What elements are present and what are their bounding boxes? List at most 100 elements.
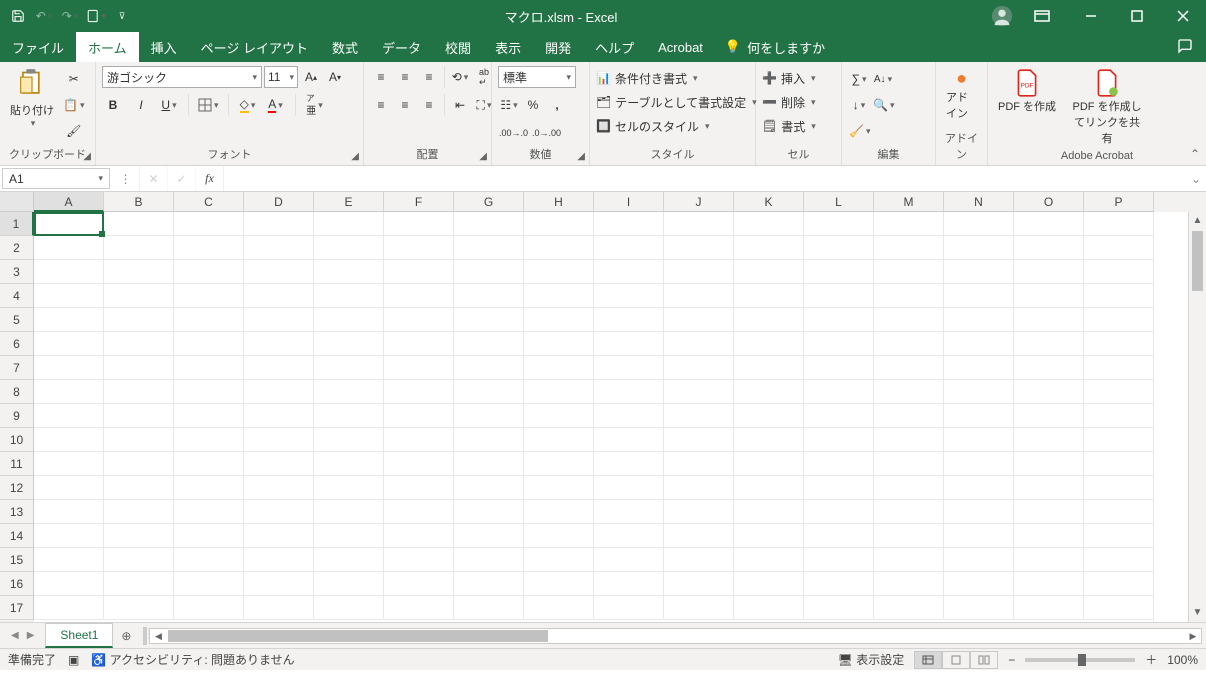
- cell[interactable]: [1014, 380, 1084, 404]
- cell[interactable]: [664, 428, 734, 452]
- scroll-left-button[interactable]: ◀: [150, 629, 166, 643]
- cell[interactable]: [104, 548, 174, 572]
- cut-button[interactable]: ✂: [62, 68, 85, 90]
- expand-formula-bar-button[interactable]: ⌄: [1186, 166, 1206, 191]
- sheet-tab-sheet1[interactable]: Sheet1: [45, 623, 113, 648]
- cancel-formula-button[interactable]: ✕: [140, 166, 168, 191]
- decrease-decimal-button[interactable]: .0→.00: [531, 122, 562, 144]
- cell[interactable]: [1014, 572, 1084, 596]
- cell[interactable]: [454, 428, 524, 452]
- cell[interactable]: [664, 572, 734, 596]
- cell[interactable]: [804, 212, 874, 236]
- cell[interactable]: [314, 308, 384, 332]
- cell[interactable]: [874, 308, 944, 332]
- cell[interactable]: [804, 596, 874, 620]
- cell[interactable]: [454, 332, 524, 356]
- cell[interactable]: [944, 548, 1014, 572]
- cell[interactable]: [594, 524, 664, 548]
- formula-input[interactable]: [224, 166, 1186, 191]
- cell[interactable]: [174, 572, 244, 596]
- cell[interactable]: [874, 236, 944, 260]
- cell[interactable]: [314, 596, 384, 620]
- cell[interactable]: [524, 284, 594, 308]
- cell[interactable]: [524, 308, 594, 332]
- cell[interactable]: [174, 236, 244, 260]
- horizontal-scrollbar[interactable]: ◀ ▶: [149, 628, 1202, 644]
- cell[interactable]: [734, 380, 804, 404]
- cell[interactable]: [524, 236, 594, 260]
- column-header-P[interactable]: P: [1084, 192, 1154, 212]
- delete-cells-button[interactable]: ➖ 削除 ▾: [762, 92, 816, 112]
- cell[interactable]: [734, 596, 804, 620]
- cell[interactable]: [244, 404, 314, 428]
- touch-mode-icon[interactable]: ▾: [86, 6, 106, 26]
- fill-button[interactable]: ↓▾: [848, 94, 870, 116]
- cell[interactable]: [174, 212, 244, 236]
- cell[interactable]: [594, 236, 664, 260]
- column-header-L[interactable]: L: [804, 192, 874, 212]
- cell[interactable]: [594, 308, 664, 332]
- cell[interactable]: [944, 356, 1014, 380]
- row-header-7[interactable]: 7: [0, 356, 34, 380]
- cell[interactable]: [944, 260, 1014, 284]
- cell[interactable]: [1084, 260, 1154, 284]
- row-header-14[interactable]: 14: [0, 524, 34, 548]
- cell[interactable]: [524, 524, 594, 548]
- tab-pagelayout[interactable]: ページ レイアウト: [189, 32, 320, 62]
- cell[interactable]: [104, 452, 174, 476]
- row-header-8[interactable]: 8: [0, 380, 34, 404]
- cell[interactable]: [874, 452, 944, 476]
- cell[interactable]: [34, 476, 104, 500]
- cell[interactable]: [104, 212, 174, 236]
- align-top-button[interactable]: ≡: [370, 66, 392, 88]
- cell[interactable]: [454, 236, 524, 260]
- cell[interactable]: [314, 572, 384, 596]
- cell[interactable]: [174, 260, 244, 284]
- cell[interactable]: [1084, 500, 1154, 524]
- maximize-button[interactable]: [1114, 0, 1160, 32]
- cell[interactable]: [804, 404, 874, 428]
- bold-button[interactable]: B: [102, 94, 124, 116]
- cell[interactable]: [1014, 524, 1084, 548]
- cell[interactable]: [524, 452, 594, 476]
- scroll-right-button[interactable]: ▶: [1185, 629, 1201, 643]
- name-box[interactable]: A1▾: [2, 168, 110, 189]
- zoom-in-button[interactable]: ＋: [1145, 651, 1157, 668]
- copy-button[interactable]: 📋▾: [62, 94, 85, 116]
- cell[interactable]: [594, 380, 664, 404]
- cell[interactable]: [944, 284, 1014, 308]
- cell[interactable]: [524, 260, 594, 284]
- display-settings-button[interactable]: 🖥 表示設定: [838, 651, 905, 668]
- cell[interactable]: [664, 404, 734, 428]
- row-header-1[interactable]: 1: [0, 212, 34, 236]
- cell[interactable]: [664, 548, 734, 572]
- page-break-view-button[interactable]: [970, 651, 998, 669]
- column-header-I[interactable]: I: [594, 192, 664, 212]
- row-header-10[interactable]: 10: [0, 428, 34, 452]
- cell[interactable]: [34, 500, 104, 524]
- find-select-button[interactable]: 🔍▾: [872, 94, 895, 116]
- increase-decimal-button[interactable]: .00→.0: [498, 122, 529, 144]
- cell[interactable]: [454, 452, 524, 476]
- cell[interactable]: [104, 260, 174, 284]
- cell[interactable]: [1084, 236, 1154, 260]
- redo-icon[interactable]: ↷▾: [60, 6, 80, 26]
- accessibility-status[interactable]: ♿ アクセシビリティ: 問題ありません: [91, 651, 294, 668]
- cell[interactable]: [34, 212, 104, 236]
- cell[interactable]: [314, 500, 384, 524]
- row-header-15[interactable]: 15: [0, 548, 34, 572]
- cell[interactable]: [1084, 212, 1154, 236]
- cell[interactable]: [34, 332, 104, 356]
- cell[interactable]: [454, 308, 524, 332]
- cell[interactable]: [804, 236, 874, 260]
- cell[interactable]: [454, 476, 524, 500]
- cell[interactable]: [384, 356, 454, 380]
- tab-view[interactable]: 表示: [483, 32, 533, 62]
- cell[interactable]: [594, 452, 664, 476]
- cell[interactable]: [104, 332, 174, 356]
- accounting-format-button[interactable]: ☷▾: [498, 94, 520, 116]
- row-header-2[interactable]: 2: [0, 236, 34, 260]
- save-icon[interactable]: [8, 6, 28, 26]
- cell[interactable]: [34, 452, 104, 476]
- pdf-create-button[interactable]: PDF PDF を作成: [994, 66, 1060, 116]
